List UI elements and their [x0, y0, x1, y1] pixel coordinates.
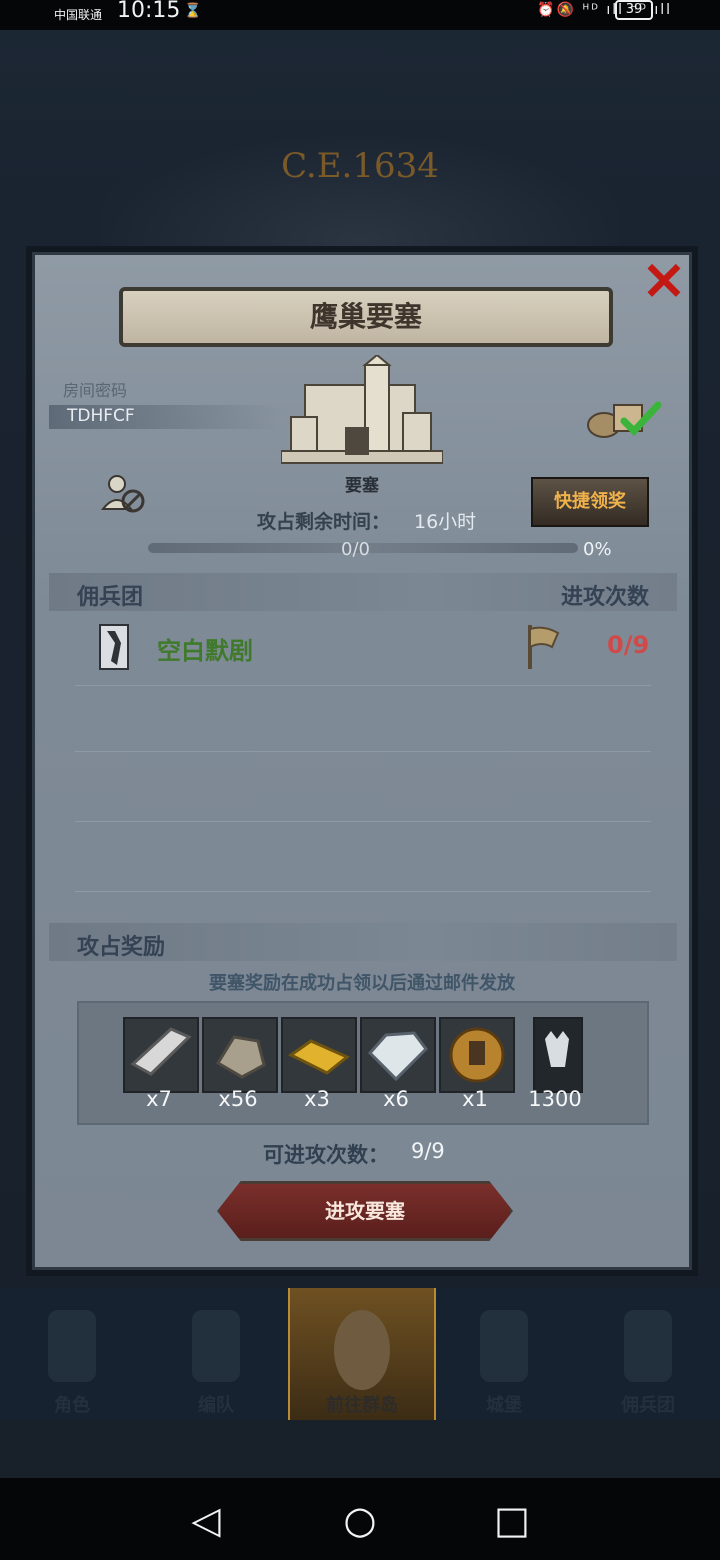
home-circle-icon: ○ — [343, 1498, 377, 1542]
mercenary-attack-count: 0/9 — [607, 631, 650, 659]
fortress-icon — [281, 355, 443, 464]
fortress-label: 要塞 — [345, 476, 379, 496]
reward-count-stone: x56 — [218, 1087, 258, 1111]
nav-label-team: 编队 — [198, 1395, 234, 1416]
nav-islands[interactable]: 前往群岛 — [288, 1288, 436, 1420]
nav-role[interactable]: 角色 — [0, 1288, 144, 1420]
back-triangle-icon: ◁ — [191, 1498, 221, 1542]
row-divider — [75, 751, 651, 752]
nav-label-islands: 前往群岛 — [326, 1395, 398, 1416]
nav-team[interactable]: 编队 — [144, 1288, 288, 1420]
mercenary-section-title: 佣兵团 — [77, 585, 144, 610]
row-divider — [75, 685, 651, 686]
room-code-value: TDHFCF — [67, 406, 135, 426]
reward-item-helmet[interactable] — [439, 1017, 515, 1093]
fortress-dialog: 鹰巢要塞 × 房间密码 TDHFCF 要塞 快捷领奖 攻占剩余时间： 16小时 … — [32, 252, 692, 1270]
close-button[interactable]: × — [639, 252, 689, 308]
bottom-nav: 角色 编队 前往群岛 城堡 佣兵团 — [0, 1288, 720, 1420]
battery-indicator: 39 — [615, 0, 653, 20]
recent-apps-button[interactable]: □ — [490, 1498, 534, 1542]
reward-count-iron: x7 — [146, 1087, 172, 1111]
reward-item-diamond[interactable] — [360, 1017, 436, 1093]
mercenary-icon — [624, 1310, 672, 1382]
room-code-label: 房间密码 — [63, 381, 128, 400]
horned-helmet-icon — [545, 1031, 569, 1067]
close-icon: × — [640, 247, 688, 312]
quick-claim-button[interactable]: 快捷领奖 — [531, 477, 649, 527]
reward-note: 要塞奖励在成功占领以后通过邮件发放 — [209, 973, 515, 994]
dialog-title: 鹰巢要塞 — [119, 287, 613, 347]
back-button[interactable]: ◁ — [184, 1498, 228, 1542]
row-divider — [75, 891, 651, 892]
ban-user-icon[interactable] — [100, 471, 146, 517]
reward-item-honor[interactable] — [533, 1017, 583, 1093]
role-icon — [48, 1310, 96, 1382]
home-button[interactable]: ○ — [338, 1498, 382, 1542]
nav-label-role: 角色 — [54, 1395, 90, 1416]
reward-item-stone[interactable] — [202, 1017, 278, 1093]
reward-count-gold: x3 — [304, 1087, 330, 1111]
status-time: 10:15 — [117, 0, 181, 23]
attack-times-header: 进攻次数 — [560, 585, 649, 610]
recent-square-icon: □ — [494, 1498, 530, 1542]
attack-count-value: 9/9 — [411, 1139, 445, 1163]
timer-label: 攻占剩余时间： — [257, 511, 391, 533]
attack-fortress-button[interactable]: 进攻要塞 — [217, 1181, 513, 1241]
reward-item-iron[interactable] — [123, 1017, 199, 1093]
reward-count-helmet: x1 — [462, 1087, 488, 1111]
carrier-name: 中国联通 — [54, 8, 103, 22]
chest-check-icon — [587, 401, 662, 438]
mercenary-banner-icon — [99, 624, 129, 670]
attack-count-label: 可进攻次数： — [263, 1143, 389, 1167]
hourglass-icon: ⌛ — [184, 3, 202, 19]
timer-value: 16小时 — [414, 511, 477, 533]
reward-count-diamond: x6 — [383, 1087, 409, 1111]
iron-ingot-icon — [130, 1027, 192, 1076]
status-bar: 中国联通 10:15 ⌛ ⏰🔕 ᴴᴰ ıll ᴴᴰ ıll 39 — [0, 0, 720, 30]
progress-text: 0/0 — [341, 539, 370, 560]
stone-icon — [215, 1035, 266, 1079]
progress-percent: 0% — [583, 539, 612, 560]
row-divider — [75, 821, 651, 822]
flag-icon — [528, 625, 560, 669]
nav-label-castle: 城堡 — [486, 1395, 522, 1416]
nav-castle[interactable]: 城堡 — [432, 1288, 576, 1420]
reward-box: x7 x56 x3 x6 x1 1300 — [77, 1001, 649, 1125]
reward-item-gold[interactable] — [281, 1017, 357, 1093]
islands-icon — [334, 1310, 390, 1390]
reward-count-honor: 1300 — [528, 1087, 582, 1111]
nav-mercenary[interactable]: 佣兵团 — [576, 1288, 720, 1420]
android-navigation-bar: ◁ ○ □ — [0, 1478, 720, 1560]
background-era-text: C.E.1634 — [281, 146, 439, 186]
gold-bar-icon — [288, 1039, 350, 1075]
team-icon — [192, 1310, 240, 1382]
nav-label-mercenary: 佣兵团 — [621, 1395, 675, 1416]
diamond-icon — [367, 1031, 428, 1082]
mercenary-name: 空白默剧 — [157, 637, 253, 665]
reward-section-title: 攻占奖励 — [77, 935, 166, 960]
mercenary-row[interactable]: 空白默剧 0/9 — [75, 613, 655, 683]
helmet-icon — [449, 1027, 505, 1083]
castle-icon — [480, 1310, 528, 1382]
